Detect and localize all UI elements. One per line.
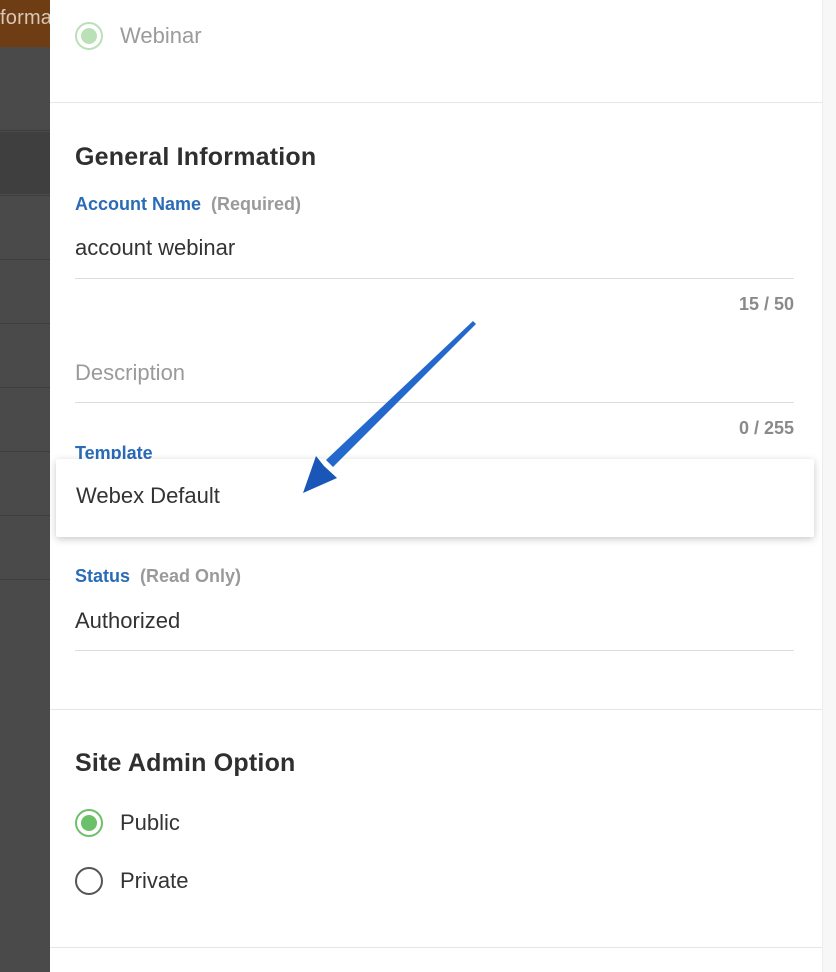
description-input[interactable]: Description — [75, 360, 185, 386]
radio-public-circle-icon — [75, 809, 103, 837]
background-divider — [0, 579, 50, 580]
template-dropdown[interactable]: Webex Default — [56, 459, 814, 537]
status-underline — [75, 650, 794, 651]
account-name-counter: 15 / 50 — [738, 294, 794, 314]
radio-webinar-label: Webinar — [120, 23, 202, 48]
background-header-bar: forma — [0, 0, 50, 47]
background-divider — [0, 387, 50, 388]
account-name-input[interactable]: account webinar — [75, 235, 235, 261]
account-name-underline — [75, 278, 794, 279]
template-dropdown-value: Webex Default — [76, 483, 220, 508]
description-underline — [75, 402, 794, 403]
background-divider — [0, 195, 50, 196]
description-counter: 0 / 255 — [738, 418, 794, 438]
general-information-title: General Information — [75, 143, 317, 171]
background-header-text: forma — [0, 7, 50, 29]
account-name-label: Account Name (Required) — [75, 194, 301, 215]
background-divider — [0, 323, 50, 324]
background-page: forma — [0, 0, 50, 972]
site-admin-option-title: Site Admin Option — [75, 749, 296, 777]
radio-webinar-circle-icon — [75, 22, 103, 50]
status-readonly-note: (Read Only) — [140, 566, 242, 586]
background-divider — [0, 130, 50, 131]
status-value: Authorized — [75, 608, 181, 633]
status-label-text: Status — [75, 566, 131, 586]
status-label: Status (Read Only) — [75, 566, 241, 587]
radio-private[interactable]: Private — [75, 864, 188, 898]
radio-private-circle-icon — [75, 867, 103, 895]
background-divider — [0, 259, 50, 260]
radio-private-label: Private — [120, 868, 189, 893]
background-divider — [0, 451, 50, 452]
panel-scrollbar[interactable] — [822, 0, 836, 972]
background-row-band — [0, 132, 50, 194]
radio-webinar[interactable]: Webinar — [75, 19, 202, 53]
account-name-label-text: Account Name — [75, 194, 202, 214]
section-divider — [50, 102, 822, 103]
background-divider — [0, 515, 50, 516]
account-name-required-note: (Required) — [211, 194, 302, 214]
radio-public[interactable]: Public — [75, 806, 180, 840]
section-divider — [50, 947, 822, 948]
section-divider — [50, 709, 822, 710]
radio-public-label: Public — [120, 810, 180, 835]
